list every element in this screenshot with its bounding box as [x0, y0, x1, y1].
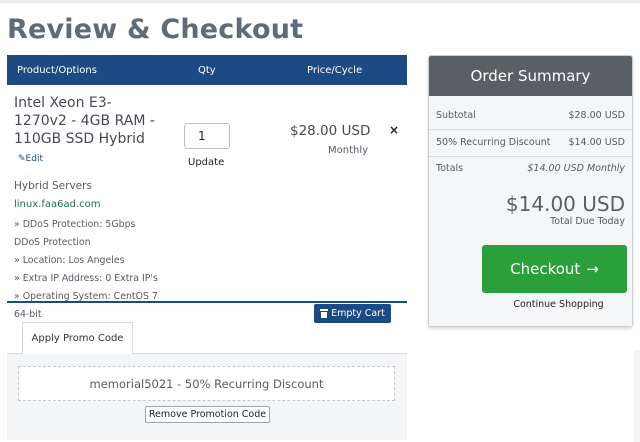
page-edge-shade: [634, 350, 640, 442]
cart-item-row: Intel Xeon E3-1270v2 - 4GB RAM - 110GB S…: [7, 85, 407, 320]
update-quantity-button[interactable]: Update: [188, 157, 224, 168]
item-price: $28.00 USD: [290, 123, 371, 139]
applied-promo-code: memorial5021 - 50% Recurring Discount: [18, 366, 395, 401]
total-due-amount: $14.00 USD: [505, 192, 625, 216]
arrow-right-icon: →: [586, 260, 599, 278]
column-header-product: Product/Options: [17, 65, 97, 76]
config-options-list: » DDoS Protection: 5Gbps DDoS Protection…: [14, 216, 164, 324]
remove-promotion-code-button[interactable]: Remove Promotion Code: [145, 406, 270, 423]
config-option: » Extra IP Address: 0 Extra IP's: [14, 273, 158, 284]
quantity-input[interactable]: [184, 123, 230, 149]
checkout-label: Checkout: [510, 260, 581, 278]
top-divider: [0, 0, 640, 3]
continue-shopping-link[interactable]: Continue Shopping: [429, 299, 632, 310]
remove-item-icon[interactable]: ×: [389, 123, 399, 137]
order-summary-title: Order Summary: [429, 56, 632, 96]
promo-panel: memorial5021 - 50% Recurring Discount Re…: [7, 353, 407, 440]
tab-apply-promo-code[interactable]: Apply Promo Code: [22, 322, 133, 354]
product-name: Intel Xeon E3-1270v2 - 4GB RAM - 110GB S…: [14, 95, 155, 147]
pencil-icon: ✎: [18, 154, 26, 164]
config-option: » DDoS Protection: 5Gbps DDoS Protection: [14, 219, 136, 248]
empty-cart-label: Empty Cart: [331, 308, 385, 319]
product-group: Hybrid Servers: [14, 180, 92, 192]
summary-divider: [429, 129, 632, 130]
discount-line: 50% Recurring Discount $14.00 USD: [436, 137, 625, 148]
config-option: » Operating System: CentOS 7 64-bit: [14, 291, 158, 320]
subtotal-label: Subtotal: [436, 110, 476, 121]
order-summary-panel: Order Summary Subtotal $28.00 USD 50% Re…: [428, 55, 633, 327]
subtotal-line: Subtotal $28.00 USD: [436, 110, 625, 121]
summary-divider: [429, 156, 632, 157]
checkout-button[interactable]: Checkout →: [482, 245, 627, 293]
product-name-block: Intel Xeon E3-1270v2 - 4GB RAM - 110GB S…: [14, 94, 164, 168]
cart-table-header: Product/Options Qty Price/Cycle: [7, 55, 407, 85]
total-due-label: Total Due Today: [550, 216, 625, 227]
cart-table: Product/Options Qty Price/Cycle Intel Xe…: [7, 55, 407, 320]
column-header-price: Price/Cycle: [307, 65, 363, 76]
edit-label: Edit: [25, 154, 43, 164]
product-domain: linux.faa6ad.com: [14, 199, 101, 210]
config-option: » Location: Los Angeles: [14, 255, 125, 266]
totals-label: Totals: [436, 163, 464, 174]
totals-line: Totals $14.00 USD Monthly: [436, 163, 625, 174]
discount-value: $14.00 USD: [568, 137, 625, 148]
subtotal-value: $28.00 USD: [568, 110, 625, 121]
page-title: Review & Checkout: [7, 14, 304, 45]
edit-product-link[interactable]: ✎Edit: [18, 154, 43, 164]
discount-label: 50% Recurring Discount: [436, 137, 551, 148]
totals-value: $14.00 USD Monthly: [527, 163, 625, 174]
empty-cart-button[interactable]: Empty Cart: [314, 304, 391, 323]
billing-cycle: Monthly: [328, 145, 369, 156]
promo-section: Apply Promo Code memorial5021 - 50% Recu…: [7, 322, 407, 440]
trash-icon: [320, 309, 329, 318]
column-header-qty: Qty: [198, 65, 216, 76]
cart-divider: [7, 301, 407, 303]
